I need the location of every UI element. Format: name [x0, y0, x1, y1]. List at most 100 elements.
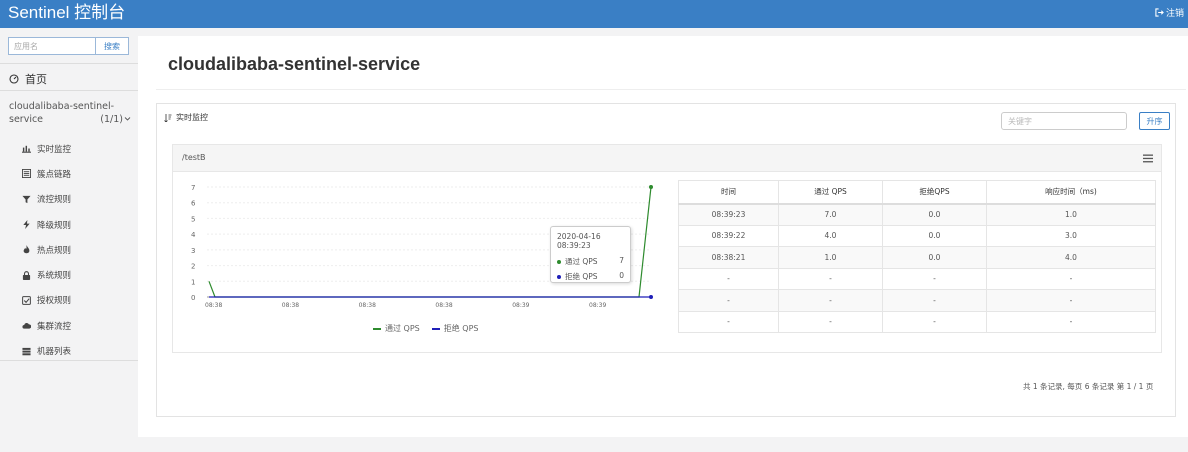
- sidebar-item-realtime-monitor[interactable]: 实时监控: [0, 136, 138, 161]
- table-cell: 3.0: [986, 224, 1156, 247]
- app-count: (1/1): [100, 113, 131, 126]
- table-row: ----: [678, 289, 1156, 312]
- app-name-label: cloudalibaba-sentinel-service: [9, 101, 115, 125]
- home-label: 首页: [25, 73, 47, 86]
- table-row: ----: [678, 267, 1156, 290]
- table-row: 08:38:21 1.0 0.0 4.0: [678, 246, 1156, 269]
- y-tick-label: 0: [191, 294, 195, 302]
- table-header-row: 时间 通过 QPS 拒绝QPS 响应时间（ms): [678, 180, 1156, 205]
- app-tree-item[interactable]: cloudalibaba-sentinel-service (1/1): [9, 100, 131, 126]
- resource-name: /testB: [182, 153, 206, 162]
- legend-item-pass[interactable]: 通过 QPS: [373, 323, 420, 334]
- table-row: ----: [678, 310, 1156, 333]
- logout-button[interactable]: 注销: [1155, 6, 1184, 19]
- app-menu: 实时监控 簇点链路 流控规则 降级规则 热点规则 系统规则 授权规则 集群流控: [0, 136, 138, 364]
- panel-title-label: 实时监控: [176, 113, 208, 122]
- chart-legend: 通过 QPS 拒绝 QPS: [373, 323, 479, 334]
- sidebar: 搜索 首页 cloudalibaba-sentinel-service (1/1…: [0, 28, 138, 452]
- card-header: /testB: [173, 145, 1161, 172]
- sidebar-item-hotspot-rules[interactable]: 热点规则: [0, 237, 138, 262]
- x-tick-label: 08:38: [435, 302, 452, 309]
- table-cell: -: [882, 267, 987, 290]
- sidebar-item-auth-rules[interactable]: 授权规则: [0, 288, 138, 313]
- col-header-pass-qps: 通过 QPS: [778, 180, 883, 205]
- table-row: 08:39:23 7.0 0.0 1.0: [678, 203, 1156, 226]
- table-cell: 0.0: [882, 203, 987, 226]
- sort-icon: [164, 113, 172, 122]
- pass-dot: [557, 260, 561, 264]
- menu-label: 机器列表: [37, 347, 72, 358]
- menu-label: 热点规则: [37, 245, 72, 256]
- sign-out-icon: [1155, 8, 1164, 17]
- sidebar-item-system-rules[interactable]: 系统规则: [0, 262, 138, 287]
- sidebar-item-home[interactable]: 首页: [9, 71, 47, 87]
- filter-icon: [22, 195, 31, 203]
- tooltip-time: 2020-04-16 08:39:23: [557, 232, 601, 250]
- sidebar-divider: [0, 63, 138, 64]
- col-header-rt: 响应时间（ms): [986, 180, 1156, 205]
- x-tick-label: 08:39: [512, 302, 529, 309]
- sidebar-item-cluster-flow[interactable]: 集群流控: [0, 313, 138, 338]
- bar-chart-icon: [22, 145, 31, 153]
- server-icon: [22, 347, 31, 355]
- dashboard-icon: [9, 74, 19, 84]
- table-cell: -: [882, 289, 987, 312]
- check-icon: [22, 296, 31, 305]
- menu-label: 授权规则: [37, 296, 72, 307]
- brand-title[interactable]: Sentinel 控制台: [8, 1, 125, 25]
- table-cell: -: [986, 310, 1156, 333]
- y-tick-label: 4: [191, 231, 196, 239]
- fire-icon: [23, 245, 30, 254]
- page-title: cloudalibaba-sentinel-service: [168, 54, 421, 74]
- bolt-icon: [23, 220, 30, 230]
- main-content: cloudalibaba-sentinel-service 实时监控 升序 /t…: [138, 36, 1188, 437]
- x-tick-label: 08:38: [282, 302, 299, 309]
- x-tick-label: 08:38: [205, 302, 222, 309]
- table-cell: -: [986, 267, 1156, 290]
- y-tick-label: 1: [191, 278, 195, 286]
- tooltip-block-row: 拒绝 QPS 0: [557, 271, 624, 282]
- panel-title: 实时监控: [164, 112, 208, 123]
- block-dot: [557, 275, 561, 279]
- y-tick-label: 5: [191, 215, 195, 223]
- app-search-input[interactable]: [8, 37, 95, 55]
- cloud-icon: [22, 323, 31, 329]
- resource-card: /testB 0 1 2 3 4 5 6 7 08:38 08:38 08:38 08:38 08:39…: [172, 144, 1162, 353]
- y-tick-label: 6: [191, 200, 196, 208]
- y-tick-label: 3: [191, 247, 195, 255]
- table-cell: -: [778, 289, 883, 312]
- table-cell: 08:39:23: [678, 203, 779, 226]
- table-cell: -: [678, 289, 779, 312]
- sidebar-divider: [0, 90, 138, 91]
- legend-item-block[interactable]: 拒绝 QPS: [431, 323, 479, 334]
- sort-ascending-button[interactable]: 升序: [1139, 112, 1170, 130]
- title-divider: [156, 89, 1186, 90]
- lock-icon: [22, 270, 31, 280]
- qps-table: 时间 通过 QPS 拒绝QPS 响应时间（ms) 08:39:23 7.0 0.0 1…: [678, 180, 1156, 333]
- col-header-block-qps: 拒绝QPS: [882, 180, 987, 205]
- sidebar-divider: [0, 360, 138, 361]
- table-cell: 0.0: [882, 246, 987, 269]
- table-cell: -: [986, 289, 1156, 312]
- table-cell: -: [882, 310, 987, 333]
- top-navbar: Sentinel 控制台 注销: [0, 0, 1188, 28]
- table-cell: -: [778, 310, 883, 333]
- sidebar-item-degrade-rules[interactable]: 降级规则: [0, 212, 138, 237]
- table-cell: -: [778, 267, 883, 290]
- keyword-search-input[interactable]: [1001, 112, 1127, 130]
- search-button[interactable]: 搜索: [95, 37, 129, 55]
- table-cell: -: [678, 267, 779, 290]
- tooltip-block-value: 0: [619, 271, 624, 280]
- series-point-1: [649, 295, 653, 299]
- tooltip-pass-row: 通过 QPS 7: [557, 256, 624, 267]
- table-body: 08:39:23 7.0 0.0 1.0 08:39:22 4.0 0.0 3.0 08:38:…: [678, 203, 1156, 333]
- y-tick-label: 7: [191, 184, 195, 192]
- table-cell: 1.0: [986, 203, 1156, 226]
- sidebar-item-resource-chain[interactable]: 簇点链路: [0, 161, 138, 186]
- pagination-info: 共 1 条记录, 每页 6 条记录 第 1 / 1 页: [1023, 382, 1154, 391]
- menu-label: 系统规则: [37, 271, 72, 282]
- hamburger-menu-icon[interactable]: [1143, 154, 1153, 163]
- menu-label: 簇点链路: [37, 169, 72, 180]
- table-cell: -: [678, 310, 779, 333]
- sidebar-item-flow-rules[interactable]: 流控规则: [0, 187, 138, 212]
